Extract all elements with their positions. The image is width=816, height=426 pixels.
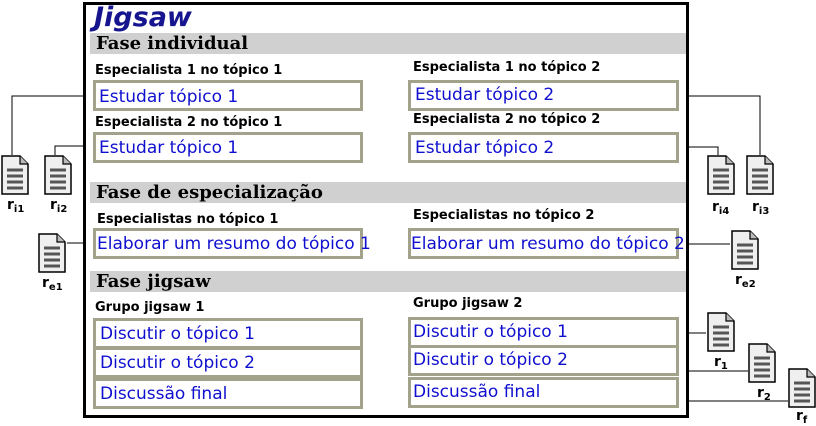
document-icon — [746, 155, 774, 195]
result-label-ri2: ri2 — [50, 197, 68, 215]
task-label-study-topic1-b: Estudar tópico 1 — [99, 138, 239, 158]
result-label-r2: r2 — [757, 385, 771, 403]
result-label-ri4: ri4 — [712, 199, 730, 217]
document-icon — [707, 155, 735, 195]
document-icon — [748, 343, 776, 383]
task-label-study-topic1-a: Estudar tópico 1 — [99, 87, 239, 107]
diagram-title: Jigsaw — [94, 2, 192, 33]
caption-specialist2-topic1: Especialista 2 no tópico 1 — [95, 115, 283, 130]
task-label-g1-discuss-topic2: Discutir o tópico 2 — [100, 353, 255, 373]
caption-specialist1-topic2: Especialista 1 no tópico 2 — [413, 60, 601, 75]
task-label-g1-final-discussion: Discussão final — [100, 384, 228, 404]
task-label-g2-discuss-topic2: Discutir o tópico 2 — [413, 350, 568, 370]
caption-specialist1-topic1: Especialista 1 no tópico 1 — [95, 63, 283, 78]
document-icon — [1, 155, 29, 195]
task-label-g2-final-discussion: Discussão final — [413, 382, 541, 402]
task-label-summary-topic2: Elaborar um resumo do tópico 2 — [411, 234, 685, 254]
document-icon — [788, 368, 816, 408]
phase-label-specialization: Fase de especialização — [96, 182, 323, 203]
caption-specialist2-topic2: Especialista 2 no tópico 2 — [413, 112, 601, 127]
document-icon — [731, 230, 759, 270]
document-icon — [707, 312, 735, 352]
caption-specialists-topic2: Especialistas no tópico 2 — [413, 208, 595, 223]
result-label-ri3: ri3 — [752, 199, 770, 217]
caption-jigsaw-group2: Grupo jigsaw 2 — [413, 296, 523, 311]
result-label-rf: rf — [796, 408, 808, 426]
connector-ri3 — [679, 95, 761, 155]
phase-label-individual: Fase individual — [96, 33, 249, 54]
result-label-r1: r1 — [714, 354, 728, 372]
caption-specialists-topic1: Especialistas no tópico 1 — [97, 212, 279, 227]
result-label-re1: re1 — [42, 275, 63, 293]
task-label-g2-discuss-topic1: Discutir o tópico 1 — [413, 322, 568, 342]
task-label-g1-discuss-topic1: Discutir o tópico 1 — [100, 324, 255, 344]
phase-label-jigsaw: Fase jigsaw — [96, 271, 211, 292]
result-label-re2: re2 — [735, 272, 756, 290]
jigsaw-diagram: Jigsaw Fase individual Especialista 1 no… — [0, 0, 816, 426]
caption-jigsaw-group1: Grupo jigsaw 1 — [95, 300, 205, 315]
document-icon — [44, 155, 72, 195]
result-label-ri1: ri1 — [7, 197, 25, 215]
task-label-study-topic2-b: Estudar tópico 2 — [415, 138, 555, 158]
task-label-summary-topic1: Elaborar um resumo do tópico 1 — [97, 234, 371, 254]
document-icon — [38, 233, 66, 273]
task-label-study-topic2-a: Estudar tópico 2 — [415, 85, 555, 105]
